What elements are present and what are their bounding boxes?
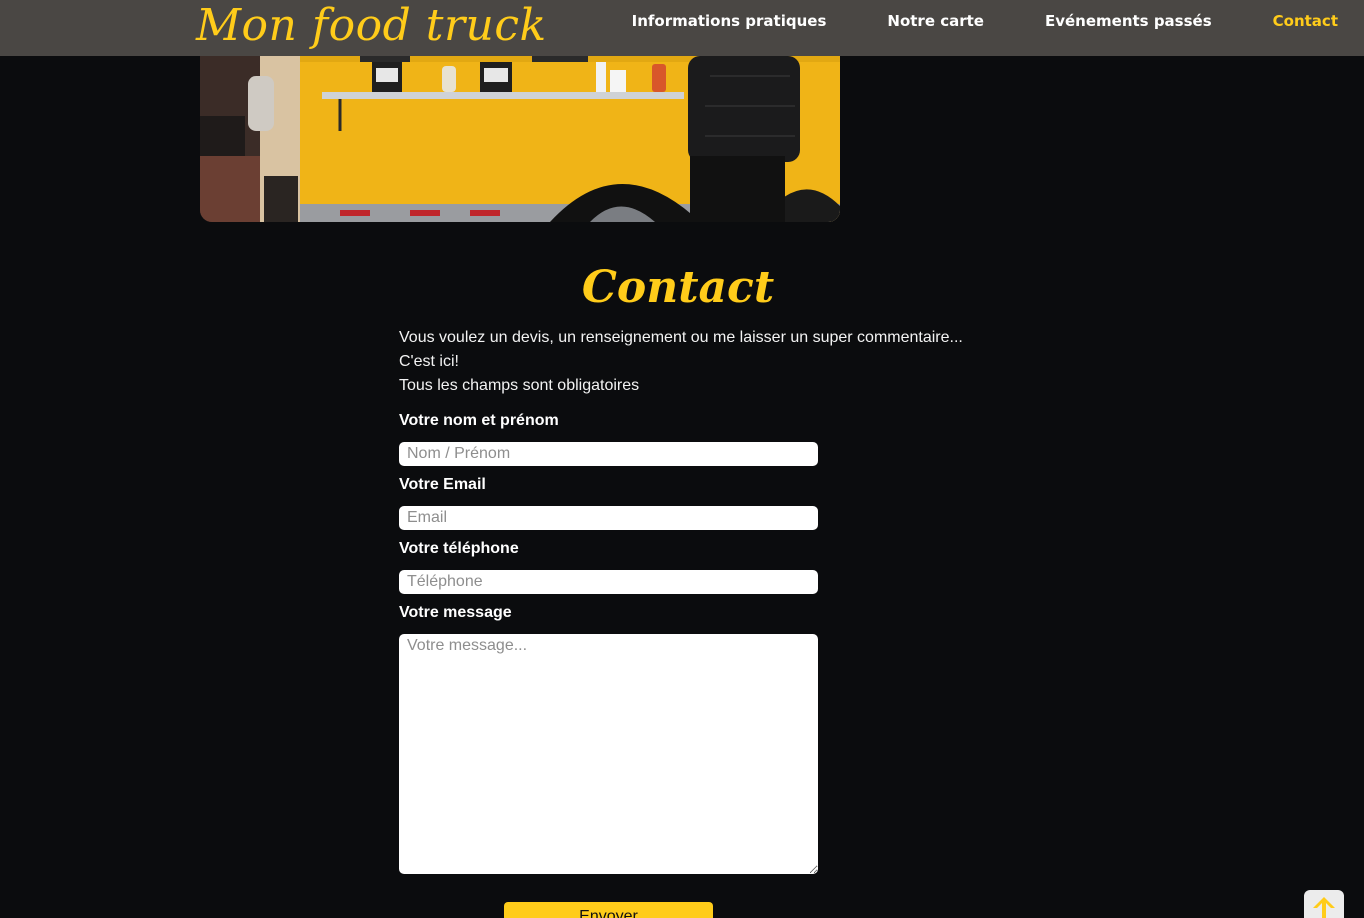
back-to-top-button[interactable] — [1304, 890, 1344, 918]
message-label: Votre message — [399, 604, 512, 621]
arrow-up-icon — [1313, 897, 1335, 918]
nav-item-contact[interactable]: Contact — [1273, 11, 1338, 31]
phone-input[interactable] — [399, 570, 818, 594]
contact-intro: Vous voulez un devis, un renseignement o… — [399, 326, 1019, 398]
food-truck-photo — [200, 56, 840, 222]
main-nav: Informations pratiques Notre carte Evéne… — [571, 0, 1338, 56]
submit-button[interactable]: Envoyer — [504, 902, 713, 918]
intro-line: Vous voulez un devis, un renseignement o… — [399, 329, 963, 346]
nav-item-evenements-passes[interactable]: Evénements passés — [1045, 11, 1212, 31]
site-logo[interactable]: Mon food truck — [196, 0, 547, 54]
intro-line: C'est ici! — [399, 353, 459, 370]
name-input[interactable] — [399, 442, 818, 466]
message-textarea[interactable] — [399, 634, 818, 874]
name-label: Votre nom et prénom — [399, 412, 559, 429]
intro-line: Tous les champs sont obligatoires — [399, 377, 640, 394]
contact-title: Contact — [581, 262, 775, 313]
nav-item-notre-carte[interactable]: Notre carte — [887, 11, 984, 31]
food-truck-image — [200, 56, 840, 222]
nav-item-informations-pratiques[interactable]: Informations pratiques — [632, 11, 827, 31]
phone-label: Votre téléphone — [399, 540, 519, 557]
email-label: Votre Email — [399, 476, 486, 493]
email-input[interactable] — [399, 506, 818, 530]
site-header: Mon food truck Informations pratiques No… — [0, 0, 1364, 56]
